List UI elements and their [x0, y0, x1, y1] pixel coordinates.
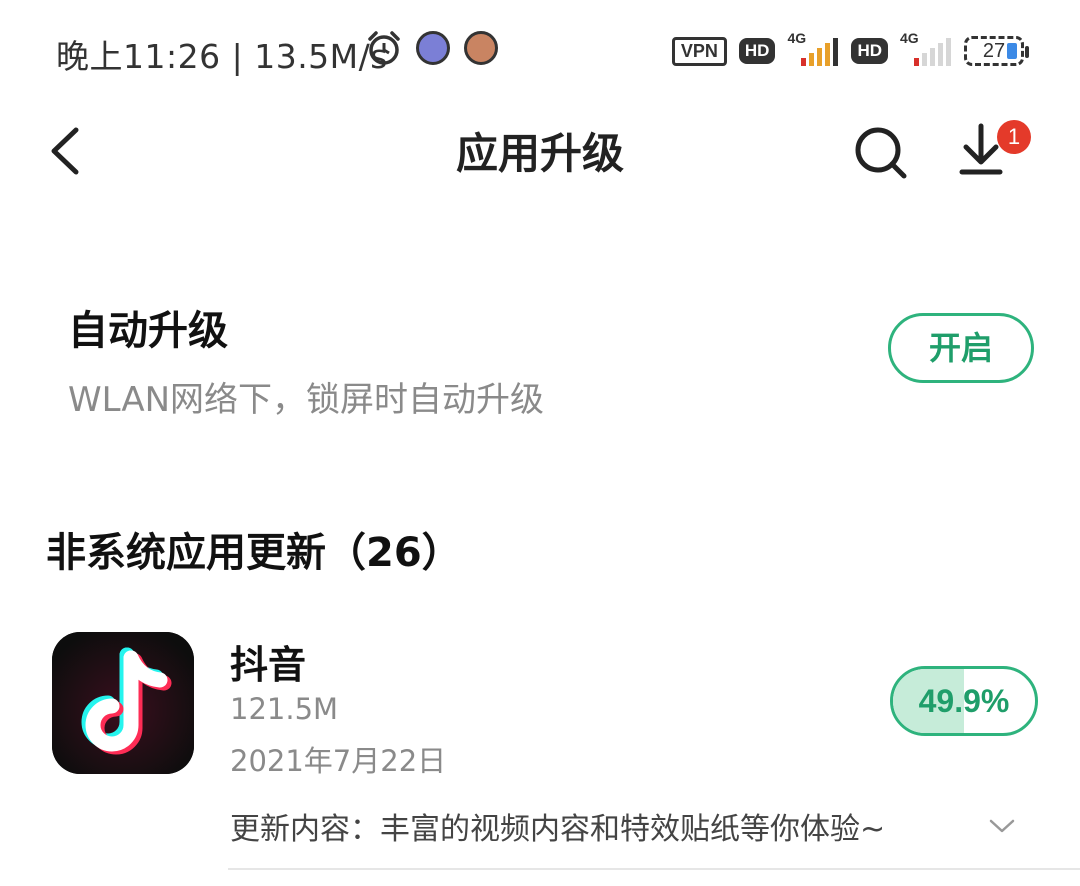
progress-label: 49.9% [918, 683, 1010, 719]
download-count-badge: 1 [997, 120, 1031, 154]
douyin-logo-icon [52, 632, 194, 774]
alarm-icon [368, 31, 400, 65]
battery-icon: 27 [964, 36, 1029, 66]
back-button[interactable] [44, 124, 88, 178]
back-arrow-icon [51, 127, 79, 175]
divider [228, 868, 1080, 870]
app-date: 2021年7月22日 [230, 744, 447, 778]
app-name: 抖音 [230, 643, 307, 687]
update-notes: 更新内容：丰富的视频内容和特效贴纸等你体验~ [230, 812, 886, 847]
chevron-down-icon [989, 819, 1015, 833]
status-notification-icons [366, 30, 498, 66]
search-icon [855, 127, 907, 179]
download-progress-button[interactable]: 49.9% [890, 666, 1038, 736]
hd-badge: HD [851, 38, 888, 64]
enable-auto-upgrade-button[interactable]: 开启 [888, 313, 1034, 383]
signal-icon: 4G [787, 30, 839, 66]
search-button[interactable] [852, 124, 908, 180]
notification-app-icon [464, 31, 498, 65]
auto-upgrade-description: WLAN网络下，锁屏时自动升级 [68, 380, 545, 420]
section-title: 非系统应用更新（26） [46, 530, 462, 576]
app-size: 121.5M [230, 692, 339, 726]
notification-app-icon [416, 31, 450, 65]
signal-icon: 4G [900, 30, 952, 66]
hd-badge: HD [738, 38, 776, 64]
status-right-icons: VPN HD 4G HD 4G 27 [671, 30, 1029, 66]
expand-notes-button[interactable] [988, 816, 1016, 836]
vpn-badge: VPN [671, 36, 727, 66]
page-title: 应用升级 [455, 129, 624, 178]
auto-upgrade-title: 自动升级 [68, 308, 228, 354]
status-time: 晚上11:26 | 13.5M/s [56, 37, 388, 76]
battery-level: 27 [982, 40, 1006, 62]
app-icon[interactable] [52, 632, 194, 774]
